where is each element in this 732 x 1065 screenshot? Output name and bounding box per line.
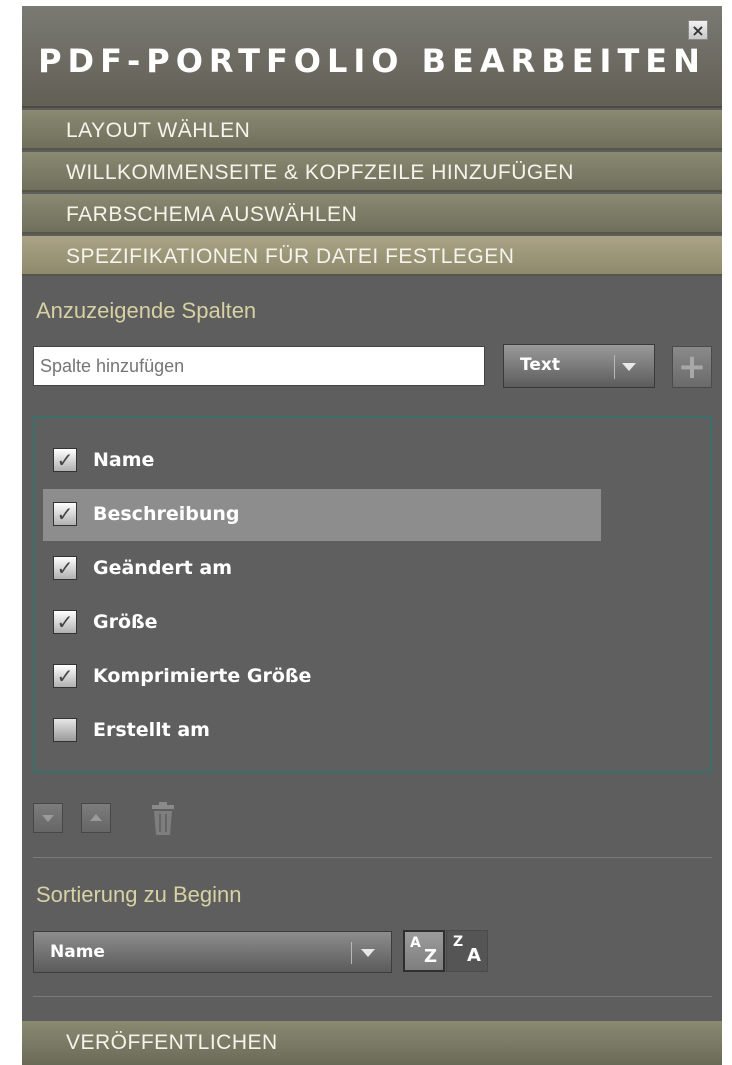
column-label: Komprimierte Größe bbox=[93, 665, 312, 687]
chevron-down-icon bbox=[622, 363, 636, 371]
edit-portfolio-panel: PDF-PORTFOLIO BEARBEITEN × LAYOUT WÄHLEN… bbox=[22, 6, 722, 1065]
sort-descending-button[interactable]: Z A bbox=[446, 930, 488, 972]
select-separator bbox=[351, 942, 352, 964]
divider bbox=[33, 857, 712, 858]
panel-title: PDF-PORTFOLIO BEARBEITEN bbox=[38, 42, 706, 80]
column-item-size[interactable]: ✓ Größe bbox=[43, 597, 601, 649]
checkbox-checked[interactable]: ✓ bbox=[53, 502, 77, 526]
column-item-compressed-size[interactable]: ✓ Komprimierte Größe bbox=[43, 651, 601, 703]
sort-heading: Sortierung zu Beginn bbox=[36, 882, 242, 907]
add-column-button[interactable]: + bbox=[672, 346, 712, 388]
section-layout[interactable]: LAYOUT WÄHLEN bbox=[22, 110, 722, 150]
section-label: SPEZIFIKATIONEN FÜR DATEI FESTLEGEN bbox=[66, 245, 515, 268]
sort-ascending-top: A bbox=[410, 935, 421, 951]
sort-descending-bottom: A bbox=[467, 945, 481, 966]
checkbox-checked[interactable]: ✓ bbox=[53, 448, 77, 472]
column-label: Name bbox=[93, 449, 155, 471]
sort-ascending-bottom: Z bbox=[424, 946, 438, 967]
section-label: VERÖFFENTLICHEN bbox=[66, 1031, 278, 1054]
section-welcome-header[interactable]: WILLKOMMENSEITE & KOPFZEILE HINZUFÜGEN bbox=[22, 152, 722, 192]
section-publish[interactable]: VERÖFFENTLICHEN bbox=[22, 1021, 722, 1065]
column-type-select[interactable]: Text bbox=[503, 344, 655, 388]
column-list: ✓ Name ✓ Beschreibung ✓ Geändert am ✓ Gr… bbox=[33, 416, 712, 773]
divider bbox=[33, 996, 712, 997]
checkbox-checked[interactable]: ✓ bbox=[53, 664, 77, 688]
sort-ascending-button[interactable]: A Z bbox=[403, 930, 445, 972]
column-item-name[interactable]: ✓ Name bbox=[43, 435, 601, 487]
section-label: WILLKOMMENSEITE & KOPFZEILE HINZUFÜGEN bbox=[66, 161, 574, 184]
column-item-created[interactable]: Erstellt am bbox=[43, 705, 601, 757]
column-type-value: Text bbox=[520, 355, 560, 375]
arrow-down-icon bbox=[42, 815, 54, 822]
arrow-up-icon bbox=[90, 814, 102, 821]
section-label: LAYOUT WÄHLEN bbox=[66, 119, 251, 142]
column-label: Erstellt am bbox=[93, 719, 210, 741]
select-separator bbox=[614, 355, 615, 379]
column-label: Größe bbox=[93, 611, 158, 633]
columns-heading: Anzuzeigende Spalten bbox=[36, 298, 257, 323]
section-color-scheme[interactable]: FARBSCHEMA AUSWÄHLEN bbox=[22, 194, 722, 234]
panel-header: PDF-PORTFOLIO BEARBEITEN × bbox=[22, 6, 722, 108]
column-item-modified[interactable]: ✓ Geändert am bbox=[43, 543, 601, 595]
column-label: Beschreibung bbox=[93, 503, 240, 525]
checkbox-checked[interactable]: ✓ bbox=[53, 610, 77, 634]
column-item-description[interactable]: ✓ Beschreibung bbox=[43, 489, 601, 541]
sort-descending-top: Z bbox=[453, 934, 464, 950]
sort-field-value: Name bbox=[50, 942, 105, 962]
move-up-button[interactable] bbox=[81, 803, 111, 833]
trash-icon[interactable] bbox=[149, 802, 177, 836]
checkbox-checked[interactable]: ✓ bbox=[53, 556, 77, 580]
column-label: Geändert am bbox=[93, 557, 233, 579]
chevron-down-icon bbox=[361, 949, 375, 957]
section-label: FARBSCHEMA AUSWÄHLEN bbox=[66, 203, 358, 226]
close-icon[interactable]: × bbox=[688, 20, 708, 40]
section-file-specifications[interactable]: SPEZIFIKATIONEN FÜR DATEI FESTLEGEN bbox=[22, 236, 722, 276]
sort-field-select[interactable]: Name bbox=[33, 931, 392, 973]
checkbox-unchecked[interactable] bbox=[53, 718, 77, 742]
add-column-input[interactable] bbox=[33, 346, 485, 386]
move-down-button[interactable] bbox=[33, 803, 63, 833]
